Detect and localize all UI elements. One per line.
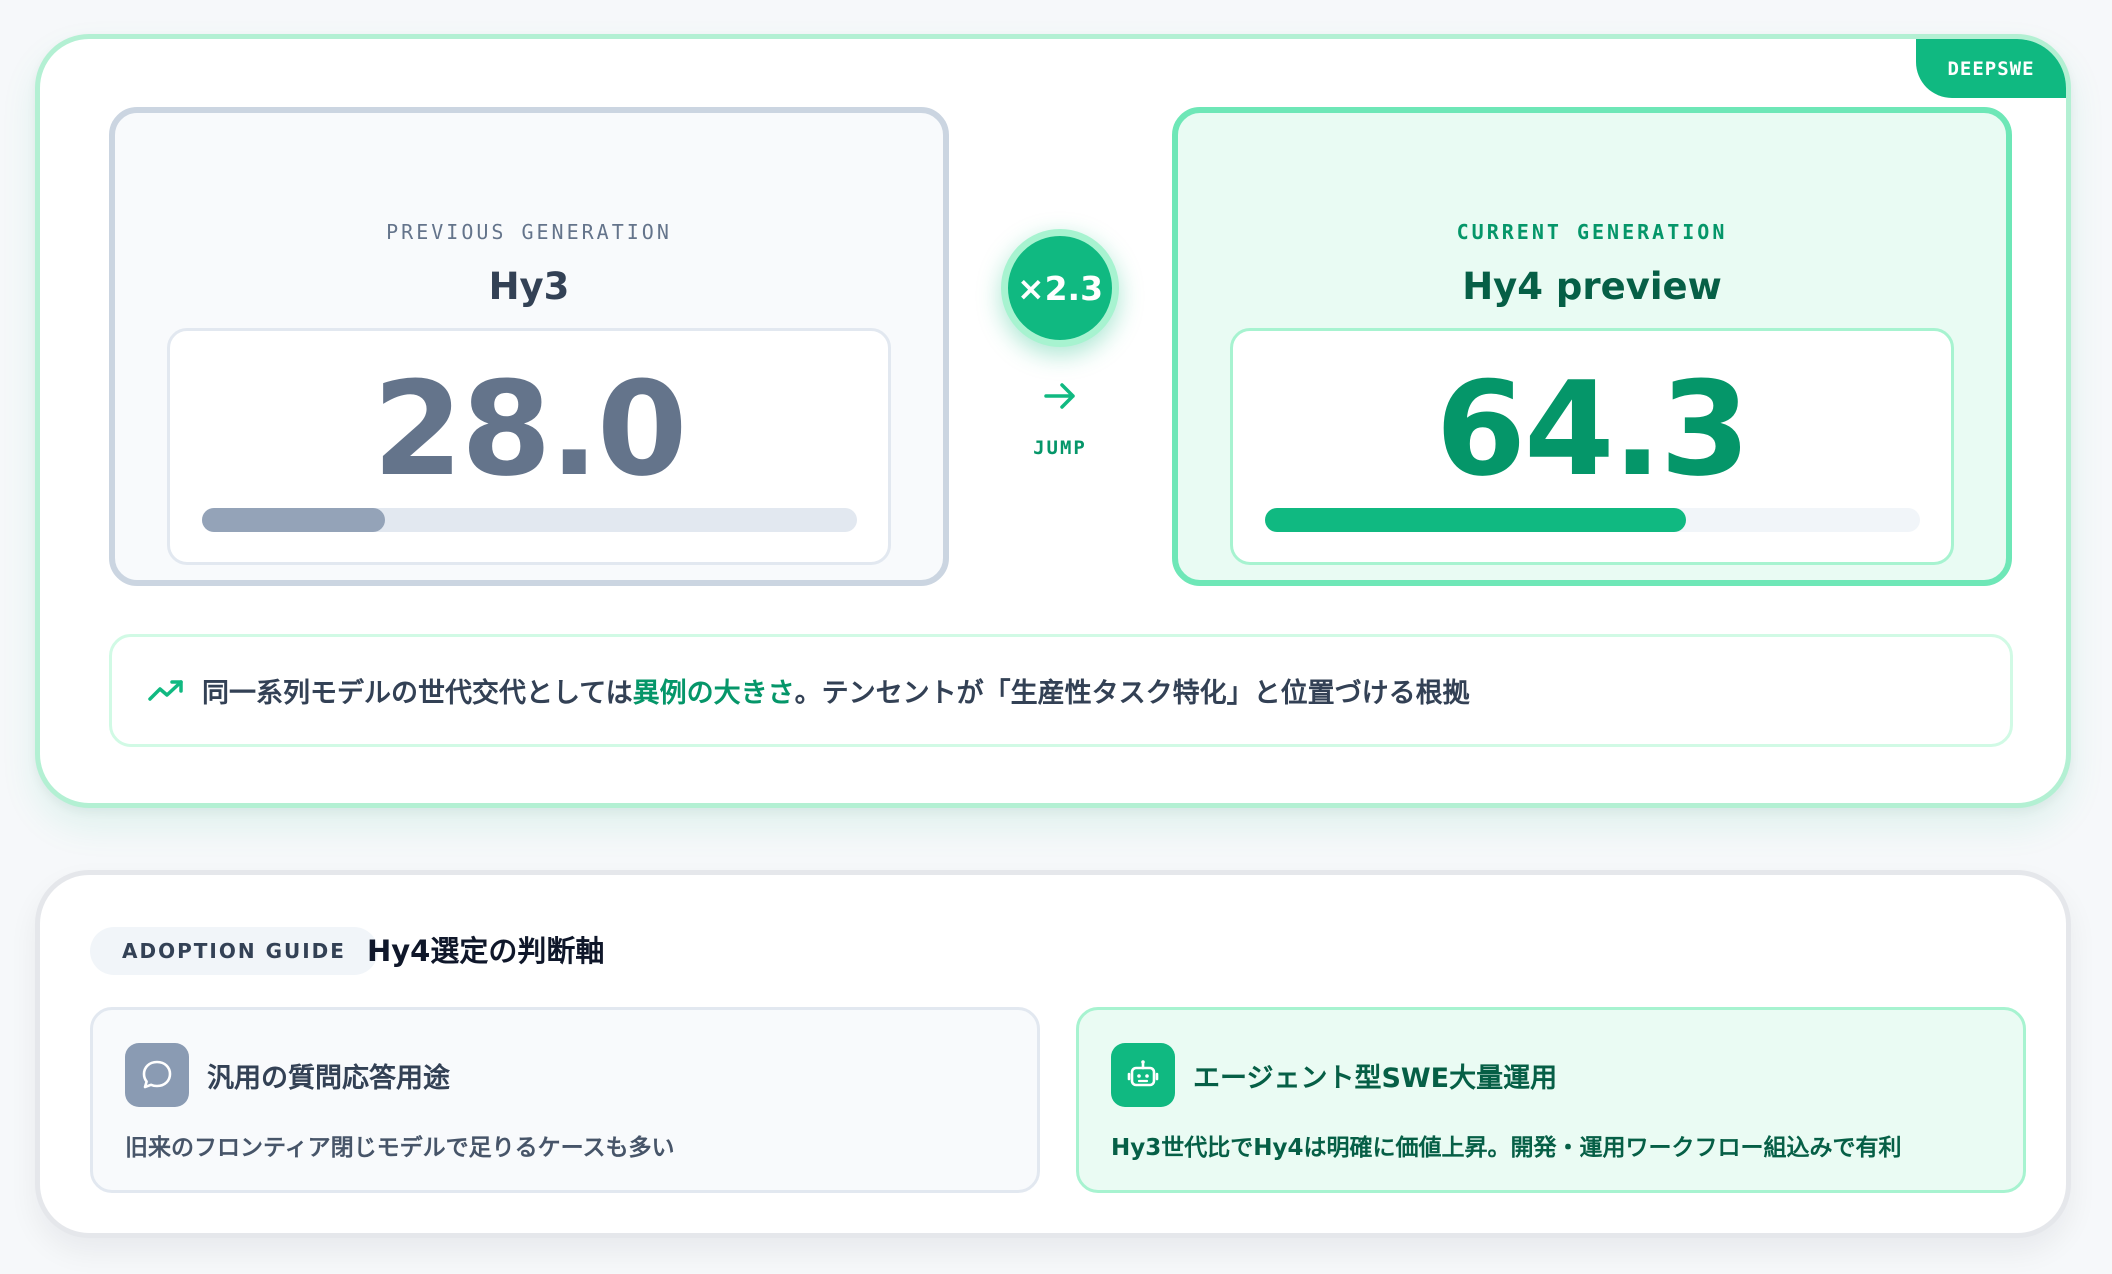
option-title: 汎用の質問応答用途 [207,1063,450,1094]
robot-icon [1127,1060,1159,1087]
current-score-box: 64.3 [1230,328,1954,565]
insight-text-before: 同一系列モデルの世代交代としては [202,678,633,709]
option-general-qa: 汎用の質問応答用途 旧来のフロンティア閉じモデルで足りるケースも多い [90,1007,1040,1193]
previous-generation-panel: PREVIOUS GENERATION Hy3 28.0 [109,107,949,586]
insight-text: 同一系列モデルの世代交代としては異例の大きさ。テンセントが「生産性タスク特化」と… [202,671,1470,710]
jump-label: JUMP [1033,437,1087,459]
previous-score-bar-track [202,508,857,532]
current-score-bar-track [1265,508,1920,532]
current-generation-label: CURRENT GENERATION [1456,220,1728,244]
previous-generation-label: PREVIOUS GENERATION [386,220,672,244]
generation-comparison-card: DEEPSWE PREVIOUS GENERATION Hy3 28.0 ×2.… [35,34,2071,808]
option-icon-box [125,1043,189,1107]
chat-bubble-icon [142,1060,172,1089]
adoption-guide-pill: ADOPTION GUIDE [90,927,378,975]
insight-text-after: 。テンセントが「生産性タスク特化」と位置づける根拠 [794,678,1470,709]
arrow-right-icon [1044,383,1075,409]
adoption-guide-title: Hy4選定の判断軸 [367,934,605,968]
insight-text-emphasis: 異例の大きさ [632,678,795,709]
option-icon-box [1111,1043,1175,1107]
insight-note: 同一系列モデルの世代交代としては異例の大きさ。テンセントが「生産性タスク特化」と… [109,634,2013,747]
benchmark-badge: DEEPSWE [1916,39,2066,98]
adoption-guide-card: ADOPTION GUIDE Hy4選定の判断軸 汎用の質問応答用途 旧来のフロ… [35,870,2071,1238]
option-title: エージェント型SWE大量運用 [1193,1063,1558,1094]
current-score-value: 64.3 [1435,353,1751,505]
previous-score-box: 28.0 [167,328,891,565]
option-agent-swe: エージェント型SWE大量運用 Hy3世代比でHy4は明確に価値上昇。開発・運用ワ… [1076,1007,2026,1193]
trending-up-icon [148,679,183,701]
current-model-name: Hy4 preview [1462,265,1722,308]
option-description: Hy3世代比でHy4は明確に価値上昇。開発・運用ワークフロー組込みで有利 [1111,1135,1902,1161]
current-score-bar-fill [1265,508,1687,532]
jump-multiplier-badge: ×2.3 [1001,229,1119,347]
option-description: 旧来のフロンティア閉じモデルで足りるケースも多い [125,1135,675,1161]
previous-model-name: Hy3 [488,265,570,308]
previous-score-value: 28.0 [372,353,688,505]
current-generation-panel: CURRENT GENERATION Hy4 preview 64.3 [1172,107,2012,586]
previous-score-bar-fill [202,508,386,532]
